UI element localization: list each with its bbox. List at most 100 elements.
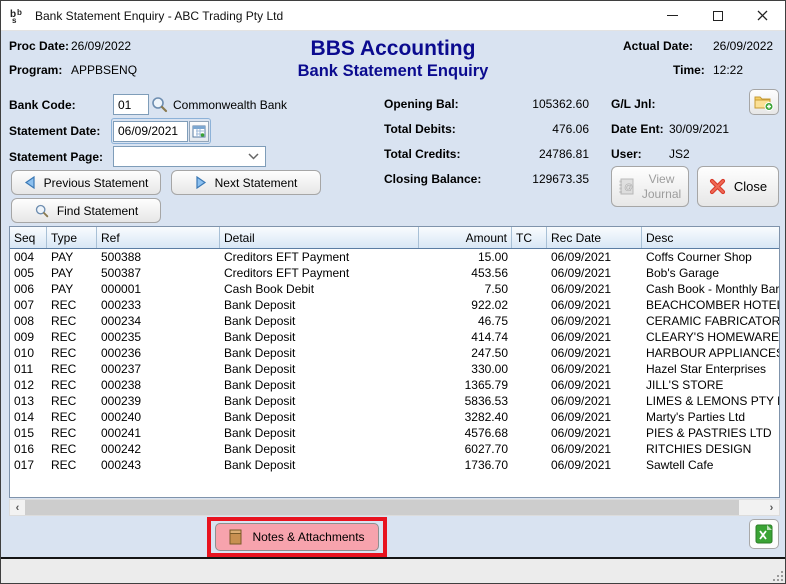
notes-attachments-button[interactable]: Notes & Attachments — [215, 523, 379, 551]
maximize-button[interactable] — [695, 1, 740, 30]
table-cell: Bank Deposit — [224, 346, 296, 360]
table-cell: 453.56 — [471, 266, 508, 280]
table-cell: REC — [51, 442, 77, 456]
column-header[interactable]: Desc — [642, 227, 779, 248]
table-row[interactable]: 014 REC 000240 Bank Deposit 3282.40 06/09/202… — [10, 409, 779, 425]
search-icon — [152, 97, 168, 113]
closing-balance-value: 129673.35 — [532, 172, 589, 186]
table-cell: HARBOUR APPLIANCES — [646, 346, 779, 360]
table-cell: 3282.40 — [464, 410, 508, 424]
table-cell: 922.02 — [471, 298, 508, 312]
table-cell: 46.75 — [477, 314, 508, 328]
svg-text:b: b — [17, 8, 22, 17]
scrollbar-thumb[interactable] — [25, 500, 739, 515]
screen-title: Bank Statement Enquiry — [297, 62, 489, 80]
table-row[interactable]: 005 PAY 500387 Creditors EFT Payment 453.56 0… — [10, 265, 779, 281]
table-cell: 007 — [14, 298, 35, 312]
column-header[interactable]: Rec Date — [547, 227, 642, 248]
table-cell: 5836.53 — [464, 394, 508, 408]
table-row[interactable]: 004 PAY 500388 Creditors EFT Payment 15.00 06… — [10, 249, 779, 265]
statement-page-select[interactable] — [113, 146, 266, 167]
table-cell: 06/09/2021 — [551, 394, 612, 408]
table-cell: 06/09/2021 — [551, 442, 612, 456]
scroll-right-arrow[interactable]: › — [764, 500, 779, 515]
total-credits-label: Total Credits: — [384, 147, 461, 161]
table-cell: 000235 — [101, 330, 142, 344]
total-debits-value: 476.06 — [552, 122, 589, 136]
resize-grip[interactable] — [773, 571, 783, 581]
table-cell: 247.50 — [471, 346, 508, 360]
table-cell: Bob's Garage — [646, 266, 720, 280]
table-row[interactable]: 009 REC 000235 Bank Deposit 414.74 06/09/2021… — [10, 329, 779, 345]
table-cell: 6027.70 — [464, 442, 508, 456]
column-header[interactable]: Seq — [10, 227, 47, 248]
next-statement-label: Next Statement — [214, 175, 298, 190]
column-header[interactable]: Detail — [220, 227, 419, 248]
column-header[interactable]: Amount — [419, 227, 512, 248]
next-statement-button[interactable]: Next Statement — [171, 170, 321, 195]
table-cell: 414.74 — [471, 330, 508, 344]
table-row[interactable]: 012 REC 000238 Bank Deposit 1365.79 06/09/202… — [10, 377, 779, 393]
table-cell: 06/09/2021 — [551, 250, 612, 264]
status-bar — [1, 559, 785, 583]
bank-code-lookup-button[interactable] — [150, 95, 168, 118]
table-row[interactable]: 006 PAY 000001 Cash Book Debit 7.50 06/09/202… — [10, 281, 779, 297]
table-cell: Bank Deposit — [224, 410, 296, 424]
close-icon — [757, 10, 768, 21]
actual-date-value: 26/09/2022 — [713, 39, 774, 53]
table-row[interactable]: 016 REC 000242 Bank Deposit 6027.70 06/09/202… — [10, 441, 779, 457]
table-row[interactable]: 007 REC 000233 Bank Deposit 922.02 06/09/2021… — [10, 297, 779, 313]
table-cell: REC — [51, 410, 77, 424]
user-label: User: — [611, 147, 642, 161]
table-cell: CERAMIC FABRICATORS — [646, 314, 779, 328]
table-row[interactable]: 015 REC 000241 Bank Deposit 4576.68 06/09/202… — [10, 425, 779, 441]
table-cell: Bank Deposit — [224, 426, 296, 440]
calendar-button[interactable] — [189, 120, 209, 142]
table-row[interactable]: 013 REC 000239 Bank Deposit 5836.53 06/09/202… — [10, 393, 779, 409]
statement-table: Seq Type Ref Detail Amount TC Rec Date Desc 004… — [9, 226, 780, 498]
table-cell: Bank Deposit — [224, 362, 296, 376]
column-header[interactable]: Type — [47, 227, 97, 248]
close-window-button[interactable] — [740, 1, 785, 30]
horizontal-scrollbar[interactable]: ‹ › — [9, 499, 780, 516]
search-icon — [35, 204, 49, 218]
table-cell: Cash Book Debit — [224, 282, 315, 296]
table-row[interactable]: 008 REC 000234 Bank Deposit 46.75 06/09/2021 C… — [10, 313, 779, 329]
table-cell: 013 — [14, 394, 35, 408]
table-cell: 000236 — [101, 346, 142, 360]
journal-icon: @ — [619, 178, 633, 195]
app-icon: b b s — [9, 7, 27, 25]
arrow-right-icon — [196, 176, 206, 189]
table-cell: 000239 — [101, 394, 142, 408]
table-cell — [512, 313, 547, 329]
table-cell: Cash Book - Monthly Bar — [646, 282, 779, 296]
minimize-button[interactable] — [650, 1, 695, 30]
bank-code-input[interactable]: 01 — [113, 94, 149, 115]
statement-table-header: Seq Type Ref Detail Amount TC Rec Date Desc — [10, 227, 779, 249]
date-ent-label: Date Ent: — [611, 122, 664, 136]
window-title: Bank Statement Enquiry - ABC Trading Pty… — [35, 8, 284, 23]
chevron-down-icon — [248, 153, 259, 160]
table-row[interactable]: 010 REC 000236 Bank Deposit 247.50 06/09/2021… — [10, 345, 779, 361]
table-cell — [512, 281, 547, 297]
table-cell — [512, 297, 547, 313]
total-credits-value: 24786.81 — [538, 147, 589, 161]
export-excel-button[interactable] — [749, 519, 779, 549]
table-row[interactable]: 011 REC 000237 Bank Deposit 330.00 06/09/2021… — [10, 361, 779, 377]
find-statement-button[interactable]: Find Statement — [11, 198, 161, 223]
arrow-left-icon — [24, 176, 35, 189]
table-cell: 000237 — [101, 362, 142, 376]
table-row[interactable]: 017 REC 000243 Bank Deposit 1736.70 06/09/202… — [10, 457, 779, 473]
view-journal-button[interactable]: @ View Journal — [611, 166, 689, 207]
close-button[interactable]: Close — [697, 166, 779, 207]
actual-date-label: Actual Date: — [623, 39, 694, 53]
statement-date-input[interactable]: 06/09/2021 — [113, 120, 189, 142]
table-cell: 006 — [14, 282, 35, 296]
opening-bal-value: 105362.60 — [532, 97, 589, 111]
column-header[interactable]: Ref — [97, 227, 220, 248]
column-header[interactable]: TC — [512, 227, 547, 248]
scroll-left-arrow[interactable]: ‹ — [10, 500, 25, 515]
previous-statement-button[interactable]: Previous Statement — [11, 170, 161, 195]
add-journal-attachment-button[interactable] — [749, 89, 779, 115]
table-cell: PAY — [51, 266, 74, 280]
